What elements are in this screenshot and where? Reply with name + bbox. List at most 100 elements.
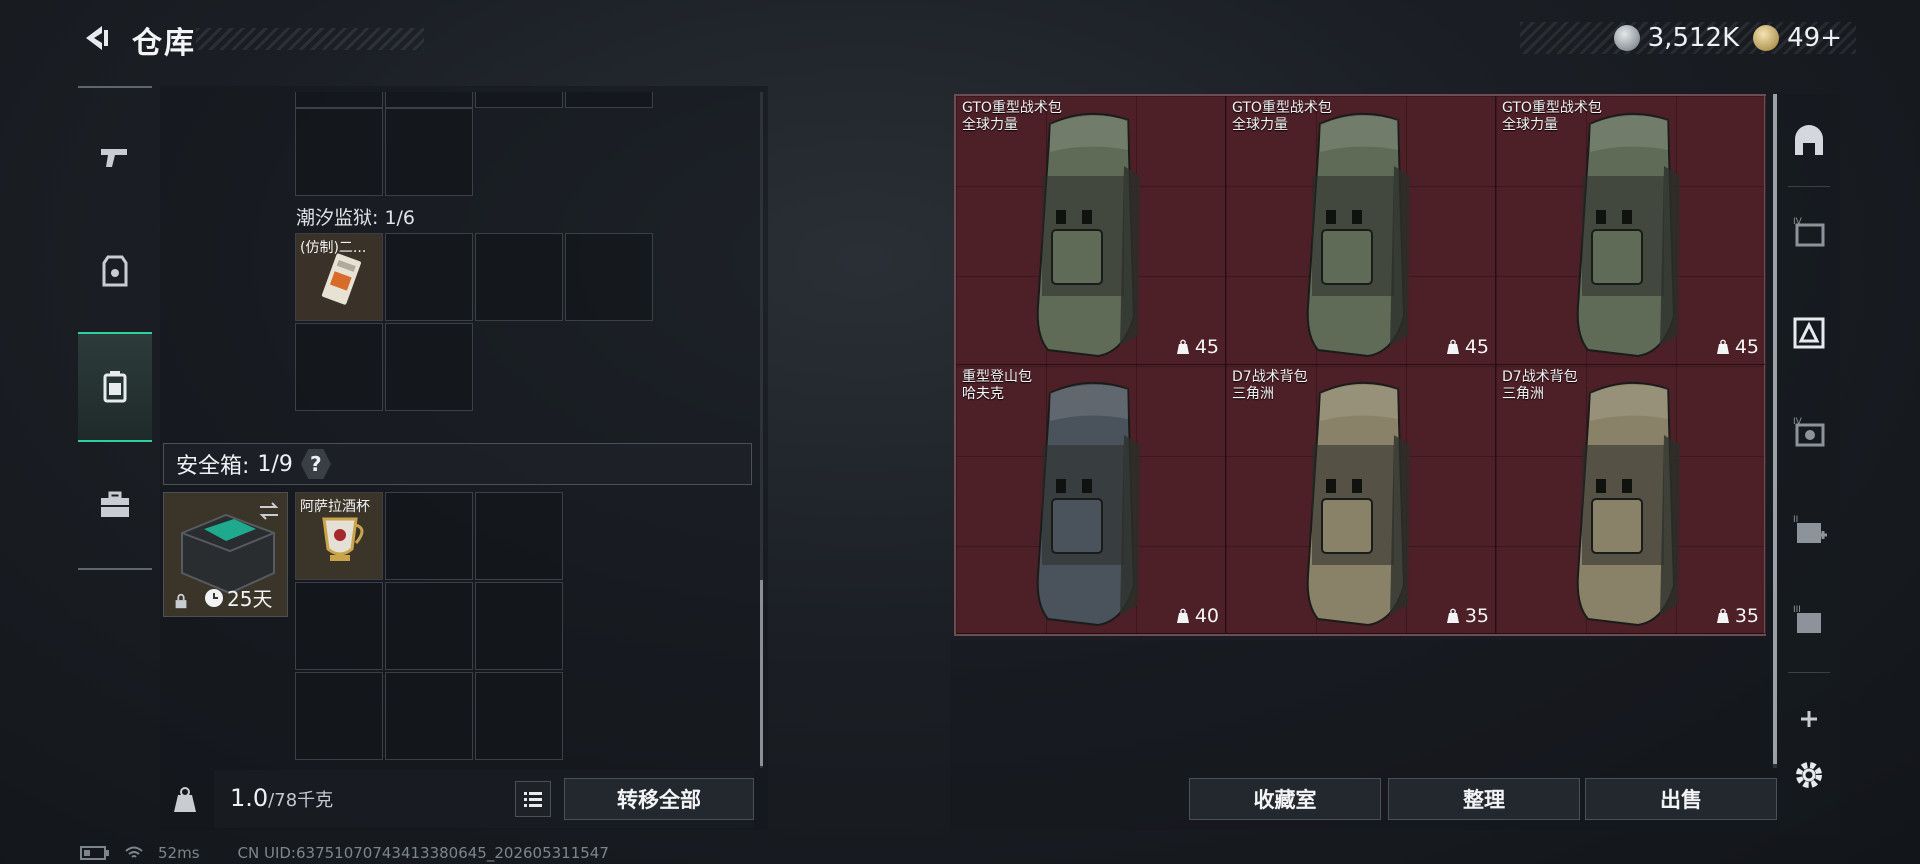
svg-text:II: II [1793,515,1798,525]
briefcase-icon [101,491,129,517]
grid-cell[interactable] [295,108,383,196]
capacity-icon [1176,339,1189,354]
storage-item-backpack[interactable]: 重型登山包 哈夫克 40 [956,365,1226,634]
grid-cell[interactable] [385,672,473,760]
storage-item-backpack[interactable]: GTO重型战术包 全球力量 45 [1496,96,1766,365]
tab-storage-4b[interactable]: IV [1784,408,1834,458]
svg-text:III: III [1793,605,1801,615]
item-name: D7战术背包 三角洲 [1232,369,1308,403]
grid-cell[interactable] [385,92,473,108]
lock-icon [175,593,187,609]
storage-item-backpack[interactable]: GTO重型战术包 全球力量 45 [956,96,1226,365]
tab-storage-4[interactable]: IV [1784,208,1834,258]
tab-storage-active[interactable] [1784,308,1834,358]
item-faction: 三角洲 [1502,386,1544,402]
tab-storage-2[interactable]: II [1784,506,1834,556]
collection-room-button[interactable]: 收藏室 [1189,778,1381,820]
item-name: GTO重型战术包 全球力量 [962,100,1062,134]
backpack-image-icon [1576,381,1680,627]
silver-amount: 3,512K [1647,23,1740,53]
safebox-count: 1/9 [257,451,293,477]
storage-tabs: IV IV II III [1778,94,1840,834]
plus-icon [1801,711,1817,727]
item-title: GTO重型战术包 [1232,100,1332,116]
grid-cell[interactable] [295,672,383,760]
back-button[interactable] [78,20,114,56]
swap-icon[interactable] [257,499,281,523]
transfer-all-button[interactable]: 转移全部 [564,778,754,820]
nav-backpack[interactable] [78,332,152,442]
nav-weapons[interactable] [78,102,152,212]
grid-cell[interactable] [295,323,383,411]
weight-max: /78千克 [268,790,334,811]
currency-bar: 3,512K 49+ [1520,22,1856,54]
safebox-days: 25天 [227,587,273,611]
storage-item-backpack[interactable]: D7战术背包 三角洲 35 [1226,365,1496,634]
capacity-value: 40 [1194,605,1219,627]
item-slot-forged[interactable]: (仿制)二... [295,233,383,321]
battery-icon [80,846,109,860]
scroll-thumb[interactable] [760,580,763,766]
organize-button[interactable]: 整理 [1388,778,1580,820]
title-decoration [196,28,424,50]
help-button[interactable]: ? [300,449,331,479]
grid-cell[interactable] [475,492,563,580]
svg-text:IV: IV [1793,417,1803,427]
item-capacity: 35 [1715,605,1759,627]
left-scrollbar[interactable] [760,92,763,768]
storage-item-backpack[interactable]: D7战术背包 三角洲 35 [1496,365,1766,634]
grid-cell[interactable] [295,92,383,108]
storage-4-icon: IV [1793,217,1825,247]
svg-text:IV: IV [1793,217,1803,227]
status-line: 52ms CN UID:637510707434133806​45_202605… [80,844,609,862]
tab-storage-main[interactable] [1784,116,1834,166]
storage-item-backpack[interactable]: GTO重型战术包 全球力量 45 [1226,96,1496,365]
grid-cell[interactable] [475,233,563,321]
backpack-image-icon [1306,112,1410,358]
gold-coin-icon [1753,25,1780,51]
settings-button[interactable] [1784,750,1834,800]
right-scrollbar[interactable] [1773,94,1777,768]
item-title: D7战术背包 [1232,369,1308,385]
item-name: GTO重型战术包 全球力量 [1502,100,1602,134]
nav-case[interactable] [78,450,152,560]
gold-currency[interactable]: 49+ [1753,23,1842,53]
silver-currency[interactable]: 3,512K [1613,23,1740,53]
grid-cell[interactable] [475,92,563,108]
grid-cell[interactable] [385,233,473,321]
wifi-icon [125,846,143,858]
scroll-thumb[interactable] [1773,94,1777,764]
grid-cell[interactable] [385,492,473,580]
grid-cell[interactable] [295,582,383,670]
capacity-icon [1446,339,1459,354]
item-slot-cup[interactable]: 阿萨拉酒杯 [295,492,383,580]
capacity-icon [1176,608,1189,623]
item-capacity: 45 [1445,336,1489,358]
divider [1788,672,1830,673]
grid-cell[interactable] [475,582,563,670]
capacity-value: 45 [1194,336,1219,358]
uid-readout: CN UID:637510707434133806​45_20260531154… [237,844,609,862]
sell-button[interactable]: 出售 [1585,778,1777,820]
list-view-button[interactable] [515,781,551,817]
storage-active-icon [1793,317,1825,349]
divider [1788,186,1830,187]
gear-icon [1796,762,1822,788]
grid-cell[interactable] [565,92,653,108]
add-tab-button[interactable] [1784,694,1834,744]
backpack-image-icon [1036,112,1140,358]
grid-cell[interactable] [385,108,473,196]
grid-cell[interactable] [385,323,473,411]
top-bar: 仓库 3,512K 49+ [0,0,1920,78]
nav-armor[interactable] [78,216,152,326]
weight-readout: 1.0/78千克 [230,784,333,812]
grid-cell[interactable] [565,233,653,321]
safebox-slot[interactable]: 25天 [163,492,288,617]
grid-cell[interactable] [385,582,473,670]
grid-cell[interactable] [475,672,563,760]
storage-2-icon: II [1793,515,1827,543]
item-name: 阿萨拉酒杯 [300,499,370,515]
tab-storage-3[interactable]: III [1784,596,1834,646]
vault-icon [1795,125,1823,155]
silver-coin-icon [1613,25,1640,51]
